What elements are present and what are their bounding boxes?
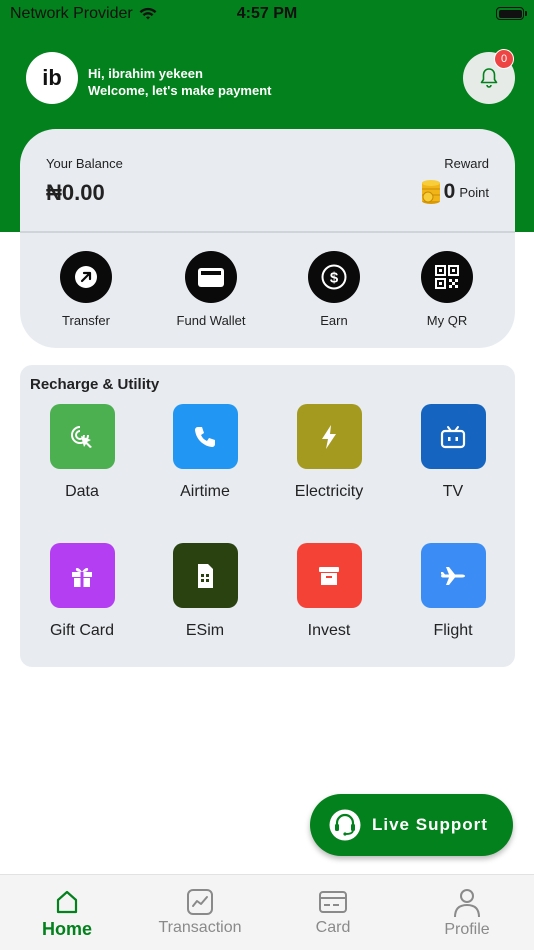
earn-icon-wrap: $ bbox=[308, 251, 360, 303]
airtime-tile[interactable]: Airtime bbox=[145, 404, 265, 501]
tv-icon-wrap bbox=[420, 404, 486, 469]
fund-wallet-icon-wrap bbox=[185, 251, 237, 303]
gift-card-icon-wrap bbox=[49, 543, 115, 608]
electricity-tile[interactable]: Electricity bbox=[269, 404, 389, 501]
nav-label-home: Home bbox=[41, 919, 92, 939]
quick-label-earn: Earn bbox=[320, 313, 348, 328]
coins-icon bbox=[421, 180, 440, 204]
bell-icon bbox=[480, 68, 498, 88]
airtime-icon-wrap bbox=[172, 404, 238, 469]
greeting-text: Hi, ibrahim yekeen bbox=[88, 66, 203, 81]
tile-label-esim: ESim bbox=[185, 622, 225, 639]
gift-card-tile[interactable]: Gift Card bbox=[22, 543, 142, 640]
reward-label: Reward bbox=[444, 156, 489, 171]
nav-home[interactable]: Home bbox=[7, 887, 127, 940]
nav-transaction[interactable]: Transaction bbox=[140, 887, 260, 937]
gift-icon bbox=[72, 567, 92, 587]
svg-text:$: $ bbox=[330, 270, 339, 287]
avatar[interactable]: ib bbox=[26, 52, 78, 104]
quick-label-fund-wallet: Fund Wallet bbox=[176, 313, 246, 328]
balance-value: ₦0.00 bbox=[46, 180, 105, 205]
greeting-block: Hi, ibrahim yekeen Welcome, let's make p… bbox=[88, 66, 272, 98]
quick-label-transfer: Transfer bbox=[62, 313, 110, 328]
archive-icon bbox=[319, 566, 339, 585]
quick-label-my-qr: My QR bbox=[426, 313, 468, 328]
card-icon bbox=[319, 891, 347, 913]
nav-label-transaction: Transaction bbox=[158, 919, 242, 936]
transfer-button[interactable]: Transfer bbox=[31, 251, 141, 328]
live-support-button[interactable]: Live Support bbox=[310, 794, 513, 856]
tile-label-data: Data bbox=[65, 483, 99, 500]
qr-code-icon bbox=[435, 265, 459, 289]
phone-icon bbox=[195, 426, 215, 447]
nav-card[interactable]: Card bbox=[273, 887, 393, 937]
invest-icon-wrap bbox=[296, 543, 362, 608]
recharge-section: Recharge & Utility Data Airtime Electric… bbox=[20, 365, 515, 667]
flight-icon-wrap bbox=[420, 543, 486, 608]
flight-tile[interactable]: Flight bbox=[393, 543, 513, 640]
status-time: 4:57 PM bbox=[236, 5, 298, 22]
my-qr-button[interactable]: My QR bbox=[392, 251, 502, 328]
data-tile[interactable]: Data bbox=[22, 404, 142, 501]
user-icon bbox=[454, 889, 480, 918]
airplane-icon bbox=[441, 566, 465, 585]
notification-badge: 0 bbox=[494, 49, 514, 69]
data-icon-wrap bbox=[49, 404, 115, 469]
home-icon bbox=[56, 890, 78, 914]
battery-icon bbox=[496, 7, 527, 20]
tile-label-electricity: Electricity bbox=[294, 483, 364, 500]
esim-icon-wrap bbox=[172, 543, 238, 608]
data-cursor-icon bbox=[71, 425, 92, 448]
chart-icon bbox=[187, 889, 213, 915]
tile-label-gift-card: Gift Card bbox=[49, 622, 114, 639]
tile-label-flight: Flight bbox=[433, 622, 473, 639]
recharge-title: Recharge & Utility bbox=[30, 376, 160, 393]
bottom-nav: Home Transaction Card Profile bbox=[0, 874, 534, 950]
fund-wallet-button[interactable]: Fund Wallet bbox=[156, 251, 266, 328]
welcome-text: Welcome, let's make payment bbox=[88, 83, 272, 98]
tile-label-tv: TV bbox=[442, 483, 464, 500]
arrow-up-right-icon bbox=[75, 266, 97, 288]
wallet-icon bbox=[198, 268, 224, 287]
balance-label: Your Balance bbox=[46, 156, 123, 171]
electricity-icon-wrap bbox=[296, 404, 362, 469]
nav-profile[interactable]: Profile bbox=[407, 887, 527, 939]
sim-card-icon bbox=[198, 563, 213, 588]
invest-tile[interactable]: Invest bbox=[269, 543, 389, 640]
nav-label-profile: Profile bbox=[444, 921, 490, 938]
earn-button[interactable]: $ Earn bbox=[279, 251, 389, 328]
tile-label-airtime: Airtime bbox=[180, 483, 230, 500]
bolt-icon bbox=[322, 424, 336, 449]
esim-tile[interactable]: ESim bbox=[145, 543, 265, 640]
live-support-label: Live Support bbox=[372, 815, 488, 834]
card-divider bbox=[20, 231, 515, 233]
tv-tile[interactable]: TV bbox=[393, 404, 513, 501]
reward-unit: Point bbox=[459, 184, 489, 200]
dollar-icon: $ bbox=[321, 264, 347, 290]
headset-icon bbox=[329, 809, 361, 841]
reward-points: 0 bbox=[443, 180, 456, 203]
status-bar: Network Provider 4:57 PM bbox=[0, 0, 534, 28]
balance-card: Your Balance ₦0.00 Reward 0 Point Transf… bbox=[20, 129, 515, 348]
nav-label-card: Card bbox=[315, 919, 351, 936]
tile-label-invest: Invest bbox=[307, 622, 351, 639]
reward-row[interactable]: 0 Point bbox=[420, 179, 489, 205]
transfer-icon-wrap bbox=[60, 251, 112, 303]
tv-icon bbox=[440, 425, 466, 448]
my-qr-icon-wrap bbox=[421, 251, 473, 303]
